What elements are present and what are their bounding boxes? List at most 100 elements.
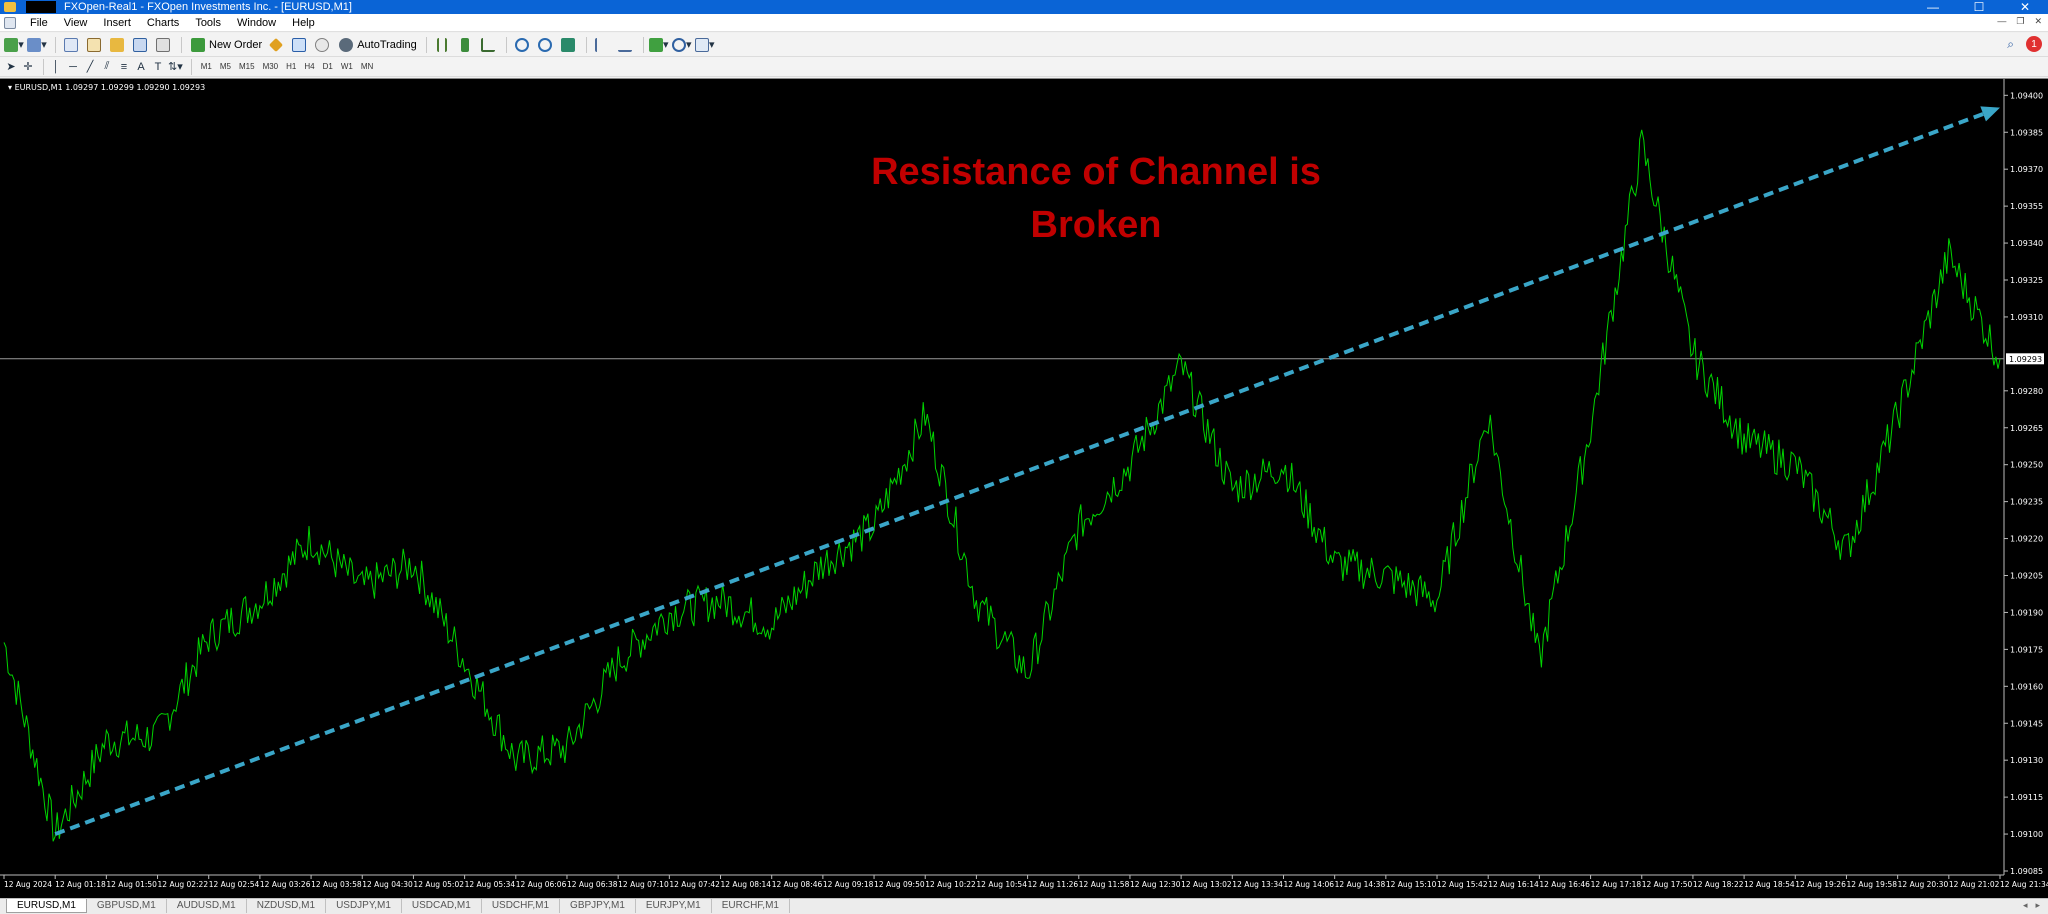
maximize-button[interactable]: ☐ — [1956, 0, 2002, 14]
timeframe-m5[interactable]: M5 — [216, 59, 235, 75]
horizontal-line-button[interactable]: ─ — [66, 58, 80, 76]
tab-eurjpy-m1[interactable]: EURJPY,M1 — [636, 899, 712, 913]
timeframe-w1[interactable]: W1 — [337, 59, 357, 75]
chart-window-icon[interactable] — [4, 16, 16, 29]
menu-charts[interactable]: Charts — [139, 14, 187, 32]
timeframe-h1[interactable]: H1 — [282, 59, 300, 75]
price-tick-label: 1.09280 — [2010, 387, 2043, 396]
timeframe-m1[interactable]: M1 — [197, 59, 216, 75]
templates-button[interactable]: ▾ — [694, 36, 715, 54]
close-button[interactable]: ✕ — [2002, 0, 2048, 14]
tab-usdcad-m1[interactable]: USDCAD,M1 — [402, 899, 482, 913]
time-tick-label: 12 Aug 18:22 — [1693, 880, 1744, 889]
time-tick-label: 12 Aug 09:50 — [874, 880, 925, 889]
price-tick-label: 1.09235 — [2010, 498, 2043, 507]
tab-audusd-m1[interactable]: AUDUSD,M1 — [167, 899, 247, 913]
line-chart-icon — [480, 37, 495, 52]
strategy-tester-button[interactable] — [153, 36, 173, 54]
text-label-button[interactable]: T — [151, 58, 165, 76]
indicators-icon — [648, 37, 663, 52]
tile-windows-button[interactable] — [558, 36, 578, 54]
annotation-text-line1[interactable]: Resistance of Channel is — [871, 151, 1321, 193]
menu-window[interactable]: Window — [229, 14, 284, 32]
minimize-button[interactable]: — — [1910, 0, 1956, 14]
price-tick-label: 1.09145 — [2010, 719, 2043, 728]
time-tick-label: 12 Aug 04:30 — [362, 880, 413, 889]
tab-usdchf-m1[interactable]: USDCHF,M1 — [482, 899, 561, 913]
time-tick-label: 12 Aug 19:58 — [1846, 880, 1897, 889]
arrows-button[interactable]: ⇅▾ — [168, 58, 183, 76]
tab-usdjpy-m1[interactable]: USDJPY,M1 — [326, 899, 402, 913]
price-tick-label: 1.09340 — [2010, 239, 2043, 248]
cursor-tool-button[interactable]: ➤ — [4, 58, 18, 76]
timeframe-m30[interactable]: M30 — [259, 59, 283, 75]
timeframe-h4[interactable]: H4 — [300, 59, 318, 75]
search-icon[interactable]: ⌕ — [2007, 37, 2014, 52]
price-chart[interactable]: 1.09400 1.09385 1.09370 1.09355 1.09340 1.093… — [0, 79, 2048, 899]
metaeditor-icon — [269, 37, 284, 52]
chart-shift-button[interactable] — [592, 36, 612, 54]
price-tick-label: 1.09265 — [2010, 424, 2043, 433]
market-button[interactable] — [289, 36, 309, 54]
metaeditor-button[interactable] — [266, 36, 286, 54]
autoscroll-button[interactable] — [615, 36, 635, 54]
time-tick-label: 12 Aug 10:22 — [925, 880, 976, 889]
menu-insert[interactable]: Insert — [95, 14, 139, 32]
mdi-minimize-button[interactable]: — — [1997, 16, 2006, 27]
vertical-line-button[interactable]: │ — [49, 58, 63, 76]
mdi-close-button[interactable]: ✕ — [2034, 16, 2042, 27]
time-axis: 12 Aug 2024 12 Aug 01:18 12 Aug 01:50 12 Au… — [3, 875, 2048, 889]
timeframe-d1[interactable]: D1 — [319, 59, 337, 75]
terminal-button[interactable] — [130, 36, 150, 54]
price-tick-label: 1.09370 — [2010, 165, 2043, 174]
annotation-text-line2[interactable]: Broken — [1031, 204, 1162, 246]
menu-view[interactable]: View — [56, 14, 96, 32]
data-window-button[interactable] — [84, 36, 104, 54]
price-tick-label: 1.09160 — [2010, 682, 2043, 691]
time-tick-label: 12 Aug 05:02 — [413, 880, 464, 889]
new-order-button[interactable]: New Order — [187, 35, 266, 55]
zoom-in-button[interactable] — [512, 36, 532, 54]
crosshair-tool-button[interactable]: ✛ — [21, 58, 35, 76]
tab-gbpjpy-m1[interactable]: GBPJPY,M1 — [560, 899, 636, 913]
tab-eurchf-m1[interactable]: EURCHF,M1 — [712, 899, 790, 913]
toolbar-separator — [55, 36, 56, 53]
signals-button[interactable] — [312, 36, 332, 54]
text-tool-button[interactable]: A — [134, 58, 148, 76]
mdi-restore-button[interactable]: ❐ — [2016, 16, 2024, 27]
price-tick-label: 1.09085 — [2010, 867, 2043, 876]
tab-gbpusd-m1[interactable]: GBPUSD,M1 — [87, 899, 167, 913]
tabs-scroll-left-icon[interactable]: ◂ — [2023, 900, 2028, 911]
autotrading-button[interactable]: AutoTrading — [335, 35, 421, 55]
bar-chart-button[interactable] — [432, 36, 452, 54]
channel-resistance-trendline[interactable] — [54, 112, 1984, 836]
tab-nzdusd-m1[interactable]: NZDUSD,M1 — [247, 899, 327, 913]
window-title: FXOpen-Real1 - FXOpen Investments Inc. -… — [64, 1, 352, 13]
time-tick-label: 12 Aug 05:34 — [465, 880, 516, 889]
fibonacci-button[interactable]: ≡ — [117, 58, 131, 76]
autotrading-label: AutoTrading — [357, 38, 417, 51]
time-tick-label: 12 Aug 09:18 — [823, 880, 874, 889]
line-chart-button[interactable] — [478, 36, 498, 54]
timeframe-mn[interactable]: MN — [357, 59, 377, 75]
menu-tools[interactable]: Tools — [187, 14, 229, 32]
profiles-button[interactable]: ▾ — [27, 36, 47, 54]
price-tick-label: 1.09100 — [2010, 830, 2043, 839]
menu-file[interactable]: File — [22, 14, 56, 32]
chart-window[interactable]: 1.09400 1.09385 1.09370 1.09355 1.09340 1.093… — [0, 78, 2048, 898]
notifications-icon[interactable]: 1 — [2026, 36, 2042, 52]
trendline-tool-button[interactable]: ╱ — [83, 58, 97, 76]
indicators-button[interactable]: ▾ — [648, 36, 669, 54]
timeframe-m15[interactable]: M15 — [235, 59, 259, 75]
navigator-button[interactable] — [107, 36, 127, 54]
market-watch-button[interactable] — [61, 36, 81, 54]
periods-button[interactable]: ▾ — [671, 36, 692, 54]
menu-help[interactable]: Help — [284, 14, 323, 32]
zoom-out-button[interactable] — [535, 36, 555, 54]
new-chart-button[interactable]: ▾ — [4, 36, 24, 54]
tabs-scroll-right-icon[interactable]: ▸ — [2035, 900, 2040, 911]
tab-eurusd-m1[interactable]: EURUSD,M1 — [6, 899, 87, 913]
equidistant-channel-button[interactable]: ⫽ — [100, 58, 114, 76]
price-tick-label: 1.09205 — [2010, 572, 2043, 581]
candlesticks-button[interactable] — [455, 36, 475, 54]
